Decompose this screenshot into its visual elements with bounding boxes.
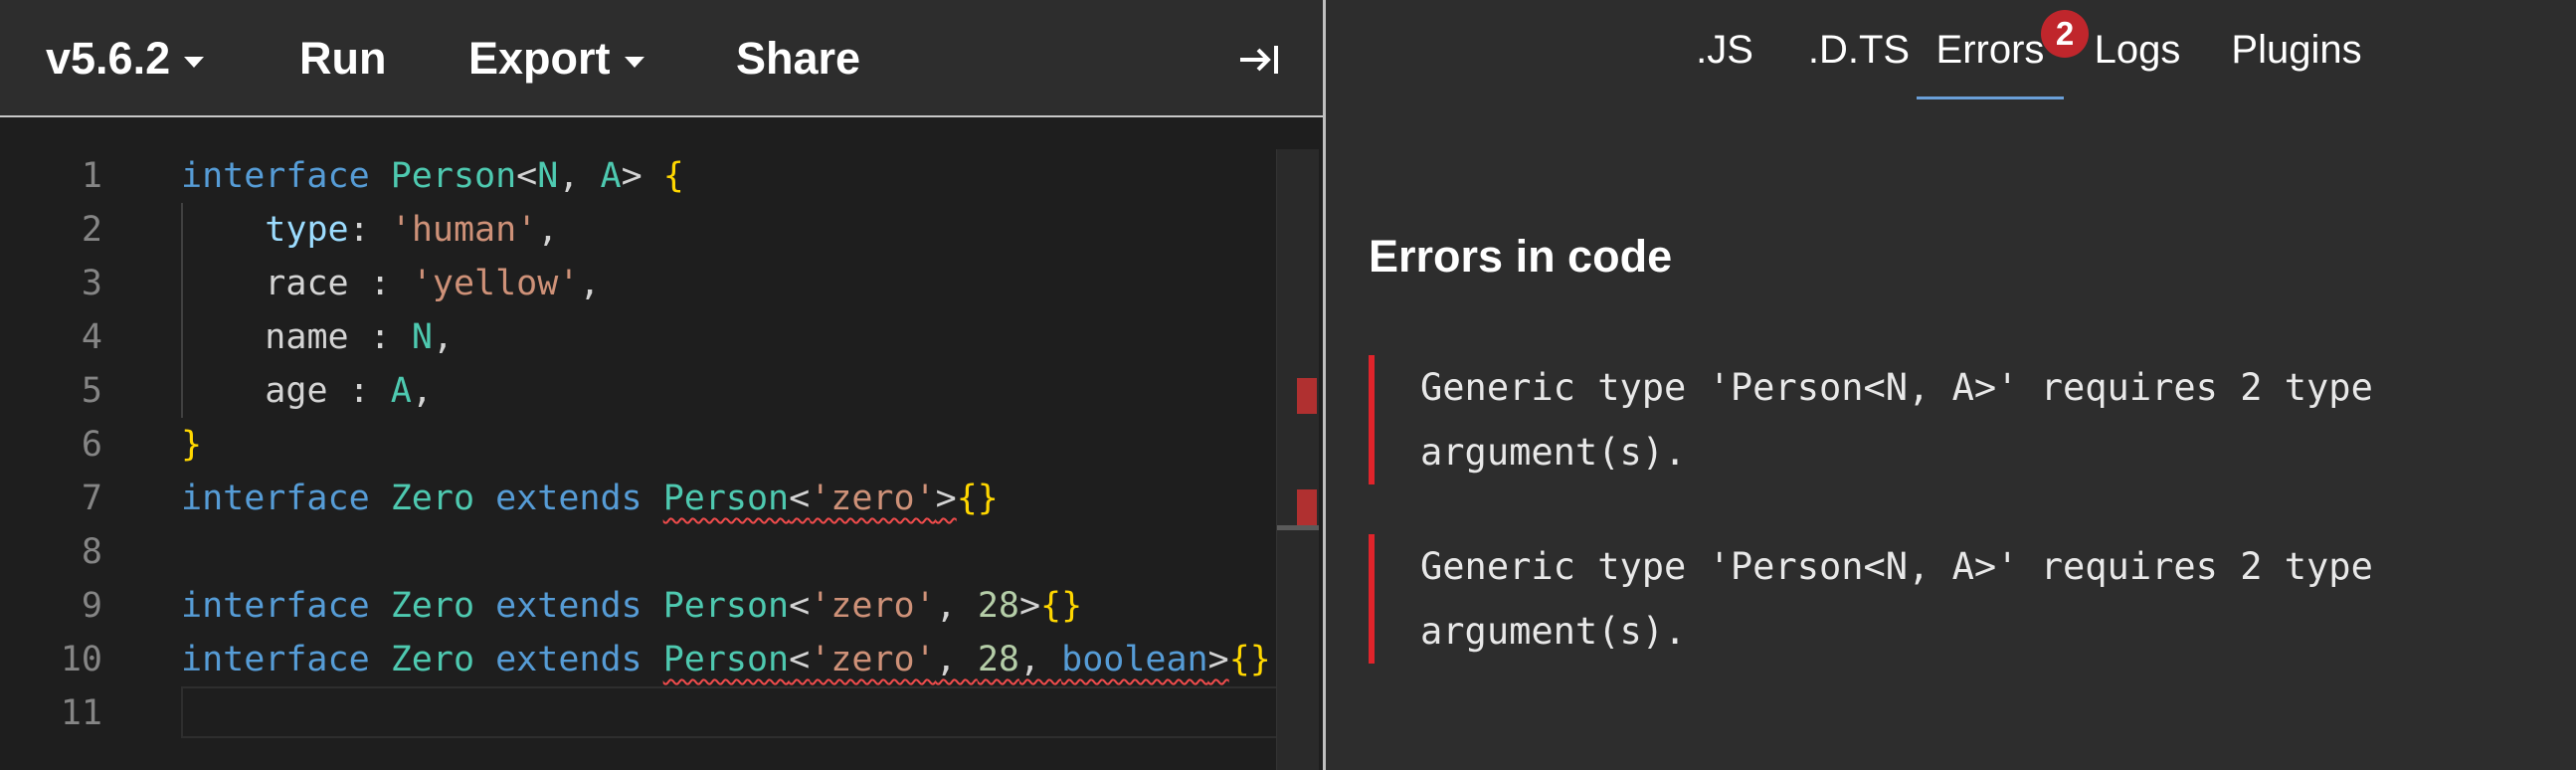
code-text: interface Zero extends Person<'zero', 28… [181,640,1271,679]
line-number: 4 [81,317,102,357]
line-number: 5 [81,371,102,411]
errors-heading: Errors in code [1369,231,1673,282]
code-text: interface Zero extends Person<'zero'>{} [181,479,999,518]
version-label: v5.6.2 [46,33,171,84]
editor-scrollbar[interactable] [1276,149,1319,770]
tab-dts[interactable]: .D.TS [1789,0,1929,99]
code-text: type: 'human', [265,210,559,250]
line-number: 2 [81,210,102,250]
tab-js-label: .JS [1696,27,1753,72]
code-line: 2 type: 'human', [0,203,1283,257]
line-number: 9 [81,586,102,626]
toolbar: v5.6.2 Run Export Share [0,0,1323,117]
code-line: 7 interface Zero extends Person<'zero'>{… [0,472,1283,525]
tab-logs-label: Logs [2094,27,2181,72]
code-editor[interactable]: 1 interface Person<N, A> { 2 type: 'huma… [0,149,1323,770]
error-marker [1297,489,1317,525]
error-marker [1297,378,1317,414]
line-number: 10 [60,640,102,679]
run-button[interactable]: Run [299,0,386,117]
code-line: 1 interface Person<N, A> { [0,149,1283,203]
export-dropdown[interactable]: Export [468,0,644,117]
tab-plugins-label: Plugins [2231,27,2362,72]
code-text: name : N, [265,317,454,357]
error-message[interactable]: Generic type 'Person<N, A>' requires 2 t… [1369,355,2552,484]
line-number: 11 [60,693,102,733]
code-line: 5 age : A, [0,364,1283,418]
scroll-position-indicator [1277,525,1319,530]
line-number: 7 [81,479,102,518]
code-text: } [181,425,203,465]
code-text: interface Person<N, A> { [181,156,684,196]
line-number: 1 [81,156,102,196]
code-text: age : A, [265,371,433,411]
share-label: Share [736,33,861,84]
errors-count-badge: 2 [2041,10,2089,58]
line-number: 6 [81,425,102,465]
line-number: 8 [81,532,102,572]
error-message[interactable]: Generic type 'Person<N, A>' requires 2 t… [1369,534,2552,664]
collapse-right-icon[interactable] [1238,40,1282,80]
export-label: Export [468,33,611,84]
tab-plugins[interactable]: Plugins [2227,0,2366,99]
code-line: 10 interface Zero extends Person<'zero',… [0,633,1283,686]
chevron-down-icon [184,56,205,68]
tab-logs[interactable]: Logs [2090,0,2185,99]
code-text: interface Zero extends Person<'zero', 28… [181,586,1083,626]
tab-js[interactable]: .JS [1690,0,1759,99]
code-text: race : 'yellow', [265,264,601,303]
share-button[interactable]: Share [736,0,860,117]
tab-dts-label: .D.TS [1807,27,1911,72]
sidebar-pane: .JS .D.TS Errors 2 Logs Plugins Errors i… [1326,0,2576,770]
code-line: 8 [0,525,1283,579]
code-line: 11 [0,686,1283,740]
chevron-down-icon [624,56,644,68]
tab-errors[interactable]: Errors [1917,0,2064,99]
tab-errors-label: Errors [1935,27,2045,72]
editor-pane: v5.6.2 Run Export Share 1 interface Pers… [0,0,1323,770]
run-label: Run [299,33,387,84]
code-line: 4 name : N, [0,310,1283,364]
code-line: 6 } [0,418,1283,472]
line-number: 3 [81,264,102,303]
version-dropdown[interactable]: v5.6.2 [46,0,205,117]
code-line: 3 race : 'yellow', [0,257,1283,310]
code-line: 9 interface Zero extends Person<'zero', … [0,579,1283,633]
